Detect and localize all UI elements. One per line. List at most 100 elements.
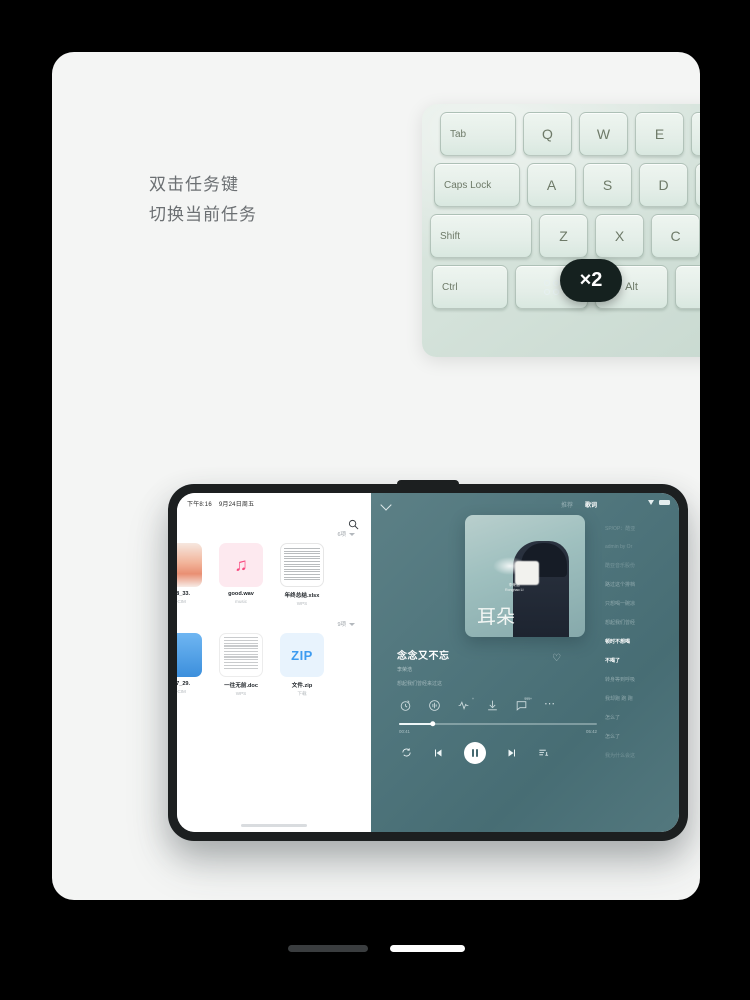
hint-line-2: 切换当前任务 bbox=[149, 205, 257, 224]
status-time: 下午8:16 bbox=[187, 502, 212, 508]
pause-icon[interactable] bbox=[464, 741, 486, 764]
spreadsheet-thumbnail bbox=[280, 543, 324, 587]
key-e[interactable]: E bbox=[635, 112, 684, 156]
pane-home-indicator[interactable] bbox=[241, 824, 307, 827]
equalizer-icon[interactable] bbox=[428, 699, 441, 712]
keyboard: Tab Q W E R Caps Lock A S D F Shift Z X … bbox=[422, 104, 700, 357]
lyric-line: 我却跑 跑 跑 bbox=[605, 696, 633, 702]
lyric-line: admin by Or bbox=[605, 544, 633, 550]
hint-text: 双击任务键 切换当前任务 bbox=[149, 170, 257, 230]
lyric-line: 路过这个排档 bbox=[605, 582, 636, 588]
progress-bar[interactable] bbox=[399, 721, 597, 727]
next-icon[interactable] bbox=[506, 747, 518, 759]
lyric-line: 酷亚音乐股份 bbox=[605, 563, 636, 569]
key-tab[interactable]: Tab bbox=[440, 112, 516, 156]
section-count-2: 9项 bbox=[337, 622, 346, 628]
file-source: music bbox=[235, 599, 247, 604]
file-item[interactable]: ♫ good.wav music bbox=[216, 543, 266, 606]
chevron-down-icon[interactable] bbox=[381, 501, 392, 508]
file-manager-pane: 下午8:16 9月24日周五 6项 _33. CIM ♫ good.wav mu… bbox=[177, 493, 371, 832]
more-icon[interactable]: ⋯ bbox=[544, 699, 557, 712]
key-q[interactable]: Q bbox=[523, 112, 572, 156]
key-f[interactable]: F bbox=[695, 163, 700, 207]
section-header-2[interactable]: 9项 bbox=[177, 620, 371, 628]
keyboard-row-2: Caps Lock A S D F bbox=[434, 163, 700, 207]
key-r[interactable]: R bbox=[691, 112, 700, 156]
chevron-down-icon bbox=[349, 532, 355, 536]
previous-icon[interactable] bbox=[432, 747, 444, 759]
file-item[interactable]: 227_29. DCIM bbox=[177, 633, 205, 697]
file-item[interactable]: ZIP 文件.zip 下载 bbox=[277, 633, 327, 697]
lyric-line: 转身等到呼吸 bbox=[605, 677, 636, 683]
file-section-1: 6项 228_33. DCIM ♫ bbox=[177, 530, 371, 606]
download-icon[interactable] bbox=[486, 699, 499, 712]
key-space[interactable] bbox=[675, 265, 700, 309]
nav-indicator-light[interactable] bbox=[390, 945, 465, 952]
file-name: 一往无前.doc bbox=[224, 683, 258, 689]
lyric-line-active: 顿时不想喝 bbox=[605, 639, 631, 645]
key-a[interactable]: A bbox=[527, 163, 576, 207]
file-list-2: 227_29. DCIM 一往无前.doc WPS bbox=[177, 628, 371, 697]
time-current: 00:41 bbox=[399, 728, 410, 734]
key-w[interactable]: W bbox=[579, 112, 628, 156]
music-note-icon: ♫ bbox=[234, 554, 248, 575]
section-header-1[interactable]: 6项 bbox=[177, 530, 371, 538]
comment-count: 999+ bbox=[524, 697, 532, 701]
file-source: 下载 bbox=[297, 691, 307, 696]
effects-icon[interactable]: + bbox=[457, 697, 474, 712]
album-art[interactable]: 耳朵 李荣浩 Ronghao Li bbox=[465, 515, 585, 637]
music-thumbnail: ♫ bbox=[219, 543, 263, 587]
key-c[interactable]: C bbox=[651, 214, 700, 258]
timer-icon[interactable] bbox=[399, 699, 412, 712]
file-item[interactable]: 228_33. DCIM bbox=[177, 543, 205, 606]
double-press-badge: ×2 bbox=[560, 259, 622, 302]
photo-thumbnail bbox=[177, 543, 202, 587]
key-s[interactable]: S bbox=[583, 163, 632, 207]
tab-lyrics[interactable]: 歌词 bbox=[585, 500, 597, 509]
file-source: DCIM bbox=[177, 599, 186, 604]
music-player-pane: 推荐 歌词 耳朵 李荣浩 Ronghao Li 念念又不忘 李荣浩 想起我们曾经… bbox=[371, 493, 679, 832]
wifi-icon bbox=[648, 500, 655, 505]
key-d[interactable]: D bbox=[639, 163, 688, 207]
file-source: WPS bbox=[296, 601, 308, 606]
key-ctrl[interactable]: Ctrl bbox=[432, 265, 508, 309]
lyrics-panel[interactable]: SP/OP：酷亚 admin by Or 酷亚音乐股份 路过这个排档 只想喝一碗… bbox=[605, 525, 679, 771]
file-name: 文件.zip bbox=[291, 683, 313, 689]
file-name: good.wav bbox=[228, 591, 254, 597]
lyric-line: 怎么了 bbox=[605, 715, 621, 721]
key-x[interactable]: X bbox=[595, 214, 644, 258]
nav-indicator-dark[interactable] bbox=[288, 945, 368, 952]
section-count-1: 6项 bbox=[337, 532, 346, 538]
file-name: 227_29. bbox=[177, 681, 191, 687]
search-icon[interactable] bbox=[348, 519, 359, 530]
album-artist-latin: 李荣浩 Ronghao Li bbox=[505, 583, 523, 593]
repeat-icon[interactable] bbox=[401, 747, 412, 758]
time-total: 05:42 bbox=[586, 728, 597, 734]
file-item[interactable]: 年终总结.xlsx WPS bbox=[277, 543, 327, 606]
progress-section: 00:41 05:42 bbox=[399, 721, 597, 734]
hint-line-1: 双击任务键 bbox=[149, 175, 239, 194]
keyboard-row-3: Shift Z X C V bbox=[430, 214, 700, 258]
tab-recommend[interactable]: 推荐 bbox=[561, 500, 573, 509]
progress-times: 00:41 05:42 bbox=[399, 729, 597, 734]
document-thumbnail bbox=[219, 633, 263, 677]
battery-icon bbox=[659, 500, 670, 505]
screenshot-root: 双击任务键 切换当前任务 Tab Q W E R Caps Lock A S D… bbox=[0, 0, 750, 1000]
album-title: 耳朵 bbox=[477, 607, 516, 628]
file-item[interactable]: 一往无前.doc WPS bbox=[216, 633, 266, 697]
tablet-screen: 下午8:16 9月24日周五 6项 _33. CIM ♫ good.wav mu… bbox=[177, 493, 679, 832]
zip-label: ZIP bbox=[291, 647, 313, 663]
comment-icon[interactable]: 999+ bbox=[515, 697, 532, 712]
file-list-1: 228_33. DCIM ♫ good.wav music bbox=[177, 538, 371, 606]
key-caps-lock[interactable]: Caps Lock bbox=[434, 163, 520, 207]
key-z[interactable]: Z bbox=[539, 214, 588, 258]
album-artist-en: Ronghao Li bbox=[505, 588, 524, 592]
progress-knob[interactable] bbox=[429, 721, 436, 727]
file-name: 228_33. bbox=[177, 591, 191, 597]
lyric-line: SP/OP：酷亚 bbox=[605, 526, 636, 532]
key-shift[interactable]: Shift bbox=[430, 214, 532, 258]
playlist-icon[interactable] bbox=[538, 747, 549, 758]
effects-sup: + bbox=[472, 697, 474, 701]
heart-icon[interactable]: ♡ bbox=[552, 653, 561, 664]
lyric-line: 只想喝一碗凉 bbox=[605, 601, 636, 607]
